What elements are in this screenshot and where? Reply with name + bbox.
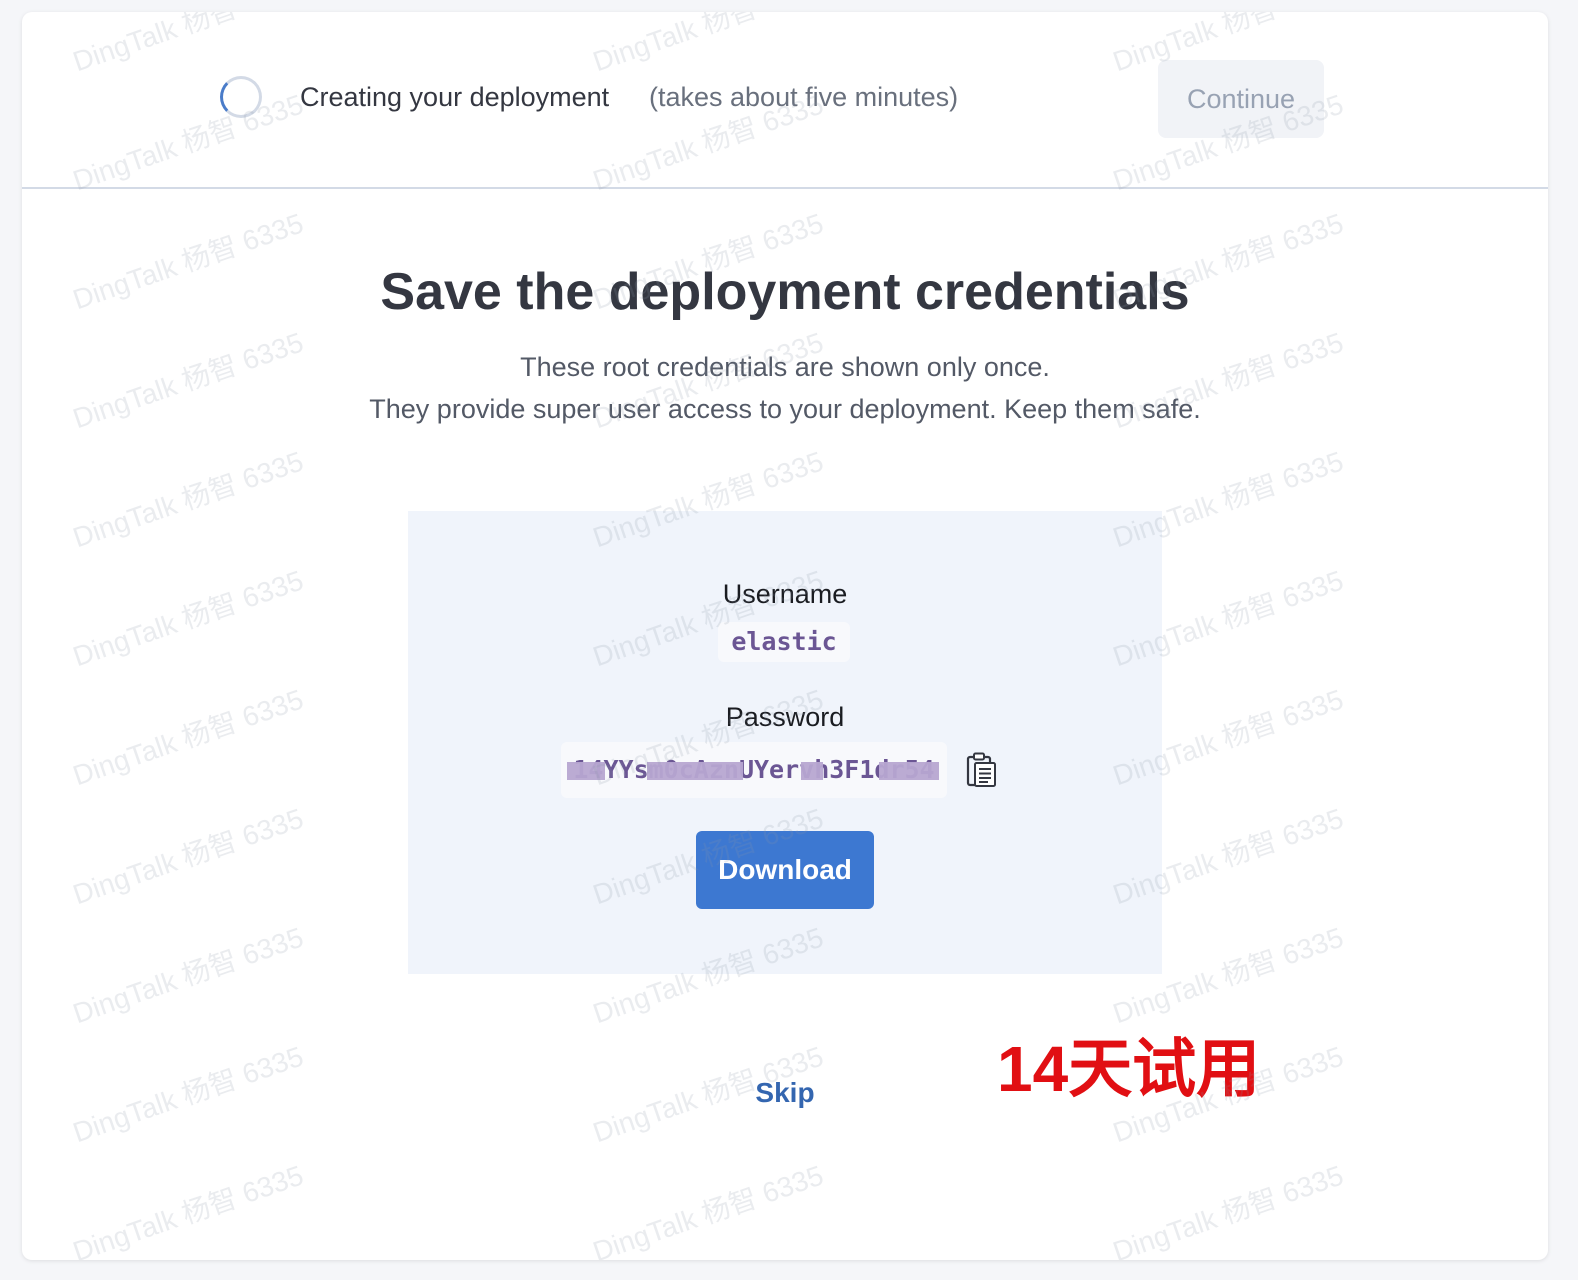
watermark-text: DingTalk 杨智 6335: [1109, 1159, 1348, 1260]
redaction-block: [647, 762, 743, 780]
watermark-text: DingTalk 杨智 6335: [69, 564, 308, 673]
credentials-panel: Username elastic Password 14YYsm0cAznUYe…: [408, 511, 1162, 974]
redaction-block: [801, 762, 823, 780]
clipboard-icon[interactable]: [964, 752, 998, 788]
redaction-block: [879, 762, 939, 780]
watermark-text: DingTalk 杨智 6335: [69, 1159, 308, 1260]
watermark-text: DingTalk 杨智 6335: [69, 802, 308, 911]
password-value: 14YYsm0cAznUYervh3F1dr54: [561, 742, 947, 798]
download-button[interactable]: Download: [696, 831, 874, 909]
deployment-time-note: (takes about five minutes): [649, 82, 959, 112]
deployment-status-title: Creating your deployment: [300, 82, 610, 112]
watermark-text: DingTalk 杨智 6335: [589, 1159, 828, 1260]
deployment-card: Creating your deployment (takes about fi…: [22, 12, 1548, 1260]
username-value: elastic: [718, 622, 850, 662]
watermark-text: DingTalk 杨智 6335: [69, 445, 308, 554]
redaction-block: [567, 762, 605, 780]
skip-link[interactable]: Skip: [22, 1077, 1548, 1109]
page-title: Save the deployment credentials: [380, 263, 1190, 321]
progress-header: Creating your deployment (takes about fi…: [22, 12, 1548, 189]
username-label: Username: [722, 579, 848, 609]
subtitle-line-2: They provide super user access to your d…: [369, 394, 1201, 424]
watermark-text: DingTalk 杨智 6335: [69, 921, 308, 1030]
loading-spinner-icon: [220, 76, 262, 118]
subtitle-line-1: These root credentials are shown only on…: [520, 352, 1050, 382]
trial-annotation: 14天试用: [997, 1033, 1261, 1105]
watermark-text: DingTalk 杨智 6335: [69, 683, 308, 792]
continue-button[interactable]: Continue: [1158, 60, 1324, 138]
password-label: Password: [725, 702, 845, 732]
